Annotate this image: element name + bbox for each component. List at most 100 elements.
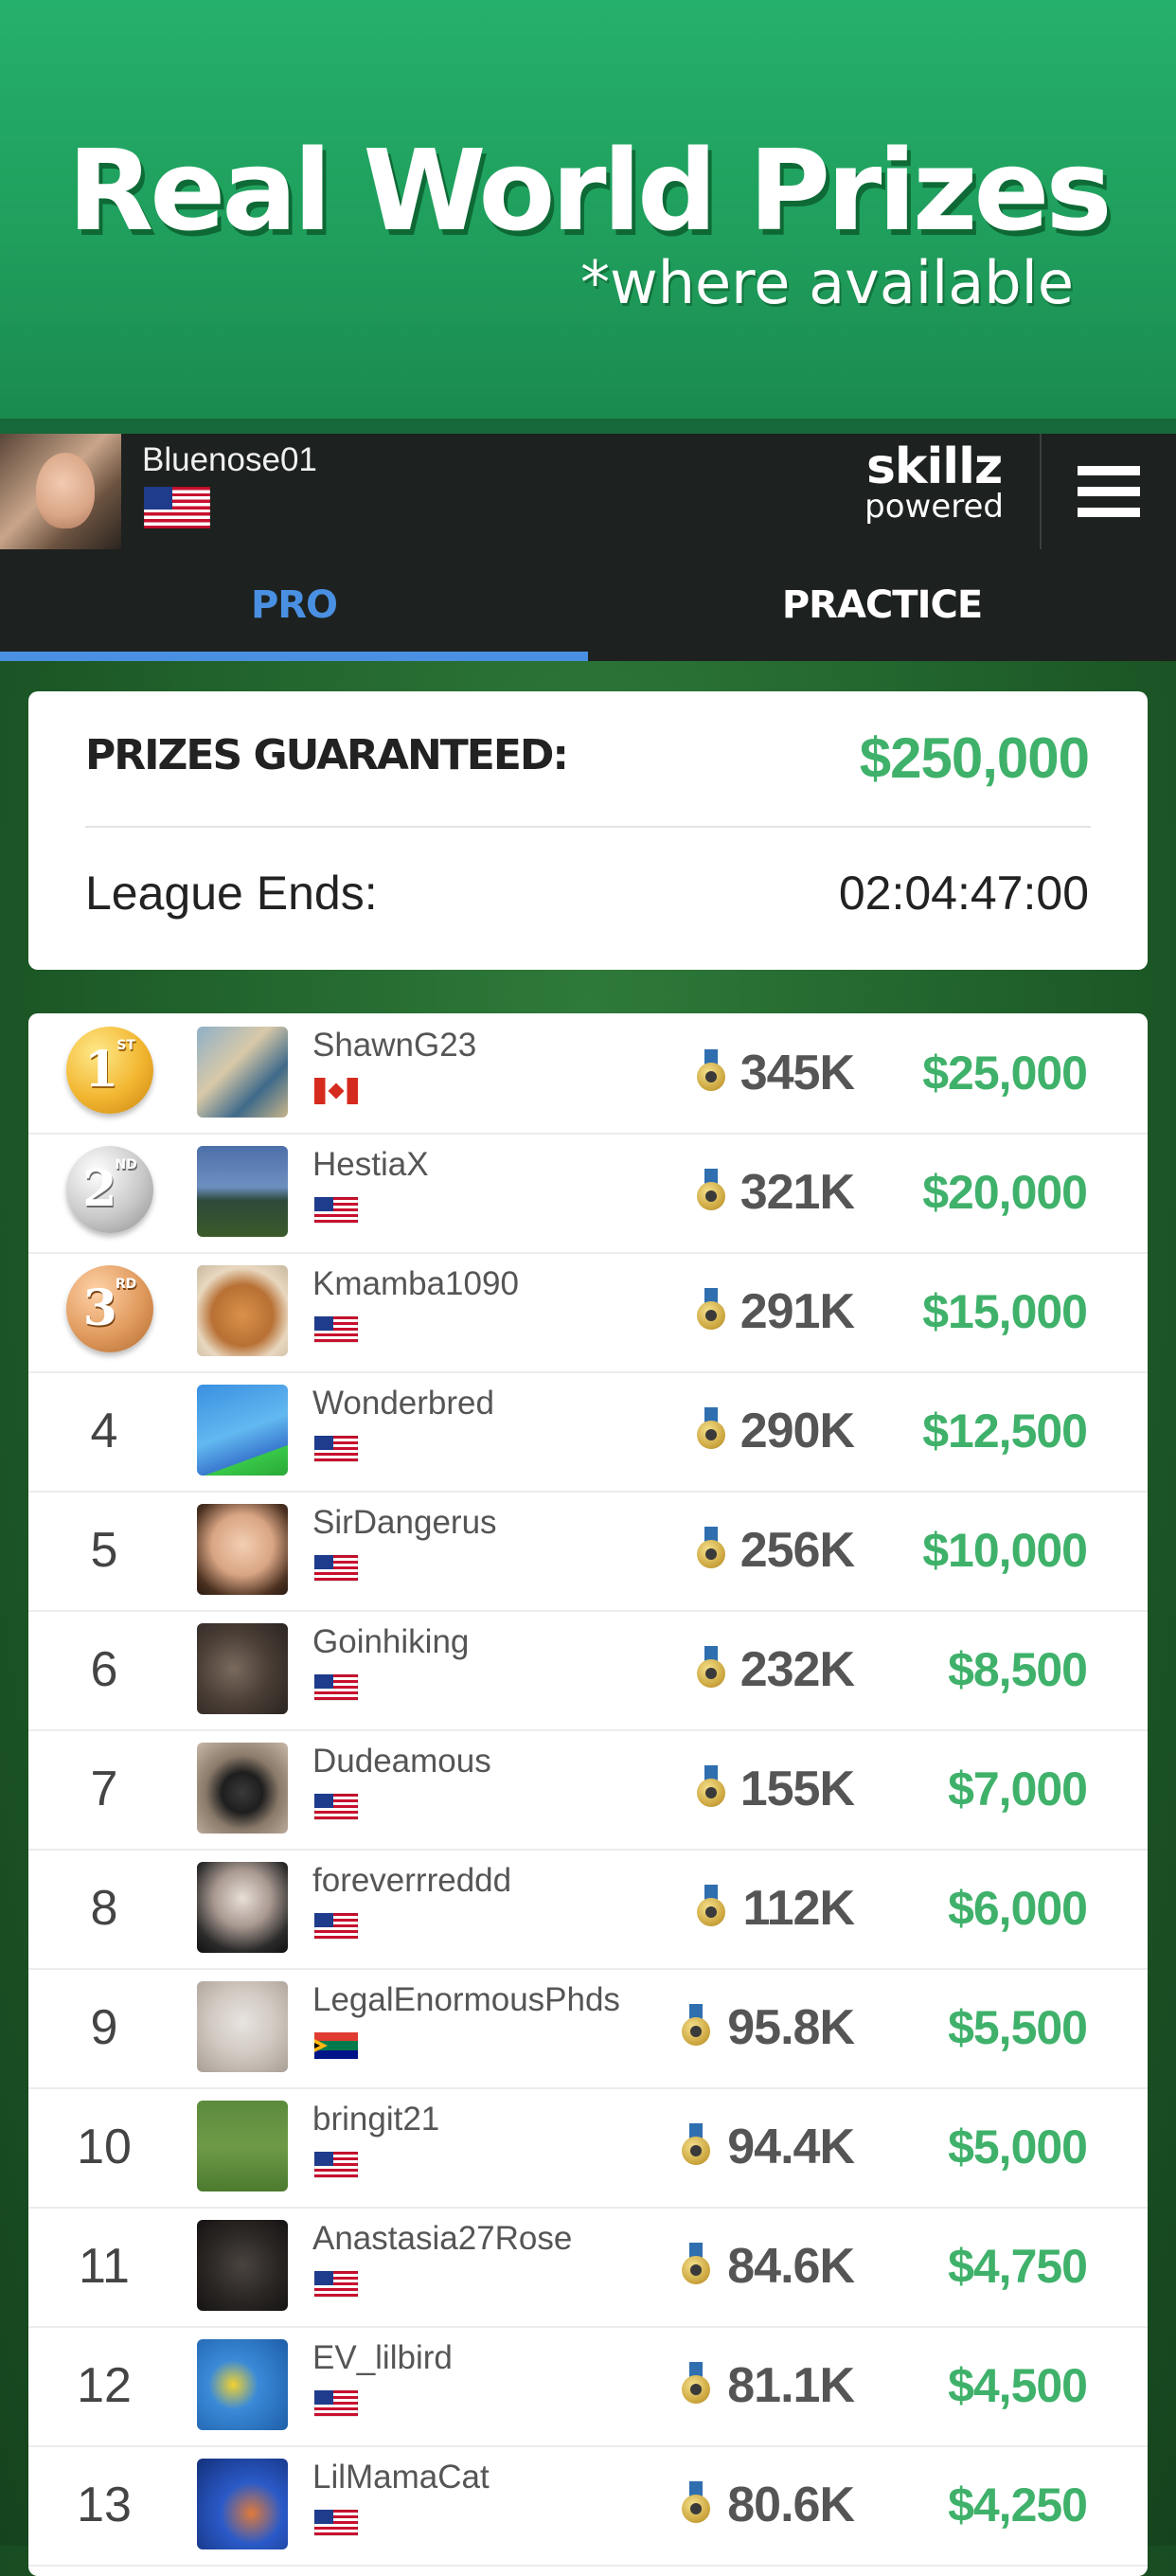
rank-suffix: RD [115, 1277, 137, 1292]
us-flag-icon [314, 2271, 358, 2298]
promo-subtitle: *where available [580, 248, 1074, 317]
us-flag-icon [314, 2152, 358, 2178]
skillz-logo: skillz powered [864, 442, 1004, 523]
rank-number: 4 [90, 1404, 118, 1458]
score-medal-icon [697, 1407, 725, 1455]
leaderboard-row[interactable]: 13 LilMamaCat 80.6K $4,250 [28, 2445, 1148, 2567]
leaderboard-row[interactable]: 1ST ShawnG23 345K $25,000 [28, 1013, 1148, 1135]
player-score: 321K [739, 1165, 855, 1220]
score-medal-icon [697, 1885, 725, 1932]
player-score: 81.1K [727, 2358, 855, 2413]
us-flag-icon [314, 2510, 358, 2536]
leaderboard-row[interactable]: 6 Goinhiking 232K $8,500 [28, 1610, 1148, 1731]
score-medal-icon [697, 1527, 725, 1574]
prize-amount: $7,000 [948, 1762, 1088, 1816]
menu-icon[interactable] [1078, 466, 1144, 517]
player-score: 94.4K [727, 2120, 855, 2174]
prize-amount: $6,000 [948, 1882, 1088, 1935]
player-score: 291K [739, 1284, 855, 1339]
player-avatar[interactable] [197, 2101, 288, 2191]
rank-suffix: ND [115, 1157, 137, 1172]
tab-practice[interactable]: PRACTICE [588, 549, 1176, 661]
player-name: Dudeamous [312, 1743, 491, 1780]
prize-amount: $15,000 [922, 1285, 1088, 1338]
prizes-guaranteed-label: PRIZES GUARANTEED: [85, 731, 569, 779]
leaderboard-row[interactable]: 5 SirDangerus 256K $10,000 [28, 1491, 1148, 1612]
player-avatar[interactable] [197, 1385, 288, 1476]
banner-divider [0, 419, 1176, 434]
gold-medal-icon: 1ST [66, 1027, 153, 1114]
rank-number: 8 [90, 1881, 118, 1936]
player-score: 112K [742, 1881, 855, 1936]
score-medal-icon [682, 2123, 710, 2171]
leaderboard-row[interactable]: 11 Anastasia27Rose 84.6K $4,750 [28, 2207, 1148, 2328]
player-score: 290K [739, 1404, 855, 1458]
player-avatar[interactable] [197, 1027, 288, 1118]
player-avatar[interactable] [197, 2339, 288, 2430]
prize-amount: $4,500 [948, 2359, 1088, 2412]
player-score: 155K [739, 1762, 855, 1816]
score-medal-icon [697, 1765, 725, 1813]
leaderboard-row[interactable]: 8 foreverrreddd 112K $6,000 [28, 1849, 1148, 1970]
player-avatar[interactable] [197, 1981, 288, 2072]
rank-number: 6 [90, 1642, 118, 1697]
leaderboard-row[interactable]: 12 EV_lilbird 81.1K $4,500 [28, 2326, 1148, 2447]
rank-number: 3 [82, 1279, 117, 1337]
player-avatar[interactable] [197, 2459, 288, 2549]
leaderboard-row[interactable]: 10 bringit21 94.4K $5,000 [28, 2087, 1148, 2209]
za-flag-icon [314, 2032, 358, 2059]
us-flag-icon [314, 1674, 358, 1701]
player-name: foreverrreddd [312, 1862, 512, 1899]
player-name: HestiaX [312, 1146, 429, 1183]
us-flag-icon [314, 1436, 358, 1462]
us-flag-icon [314, 1913, 358, 1940]
avatar[interactable] [0, 434, 121, 549]
prize-amount: $25,000 [922, 1046, 1088, 1100]
leaderboard-row[interactable]: 3RD Kmamba1090 291K $15,000 [28, 1252, 1148, 1373]
player-name: EV_lilbird [312, 2339, 453, 2376]
tab-pro[interactable]: PRO [0, 549, 588, 661]
player-name: Goinhiking [312, 1623, 470, 1660]
player-avatar[interactable] [197, 1504, 288, 1595]
rank-number: 5 [90, 1523, 118, 1578]
player-avatar[interactable] [197, 1862, 288, 1953]
prize-amount: $4,250 [948, 2478, 1088, 2531]
score-medal-icon [697, 1169, 725, 1216]
prize-amount: $4,750 [948, 2240, 1088, 2293]
score-medal-icon [682, 2004, 710, 2051]
promo-title: Real World Prizes [67, 125, 1112, 256]
card-divider [85, 826, 1091, 828]
leaderboard-row[interactable]: 4 Wonderbred 290K $12,500 [28, 1371, 1148, 1493]
score-medal-icon [697, 1646, 725, 1693]
prize-amount: $10,000 [922, 1524, 1088, 1577]
prize-amount: $20,000 [922, 1166, 1088, 1219]
rank-number: 1 [84, 1041, 119, 1099]
promo-banner: Real World Prizes *where available [0, 0, 1176, 419]
leaderboard-row[interactable]: 7 Dudeamous 155K $7,000 [28, 1729, 1148, 1851]
rank-number: 13 [77, 2478, 132, 2532]
player-name: ShawnG23 [312, 1027, 477, 1064]
player-avatar[interactable] [197, 1623, 288, 1714]
player-avatar[interactable] [197, 2220, 288, 2311]
prize-amount: $5,500 [948, 2001, 1088, 2054]
player-score: 345K [739, 1046, 855, 1100]
player-score: 256K [739, 1523, 855, 1578]
rank-number: 2 [82, 1160, 117, 1218]
player-name: Anastasia27Rose [312, 2220, 573, 2257]
us-flag-icon [314, 1197, 358, 1224]
us-flag-icon [314, 2390, 358, 2417]
score-medal-icon [682, 2362, 710, 2409]
ca-flag-icon [314, 1078, 358, 1104]
player-avatar[interactable] [197, 1743, 288, 1834]
leaderboard-row[interactable]: 2ND HestiaX 321K $20,000 [28, 1133, 1148, 1254]
player-score: 232K [739, 1642, 855, 1697]
us-flag-icon [144, 487, 210, 528]
score-medal-icon [697, 1049, 725, 1097]
player-avatar[interactable] [197, 1146, 288, 1237]
player-avatar[interactable] [197, 1265, 288, 1356]
rank-number: 12 [77, 2358, 132, 2413]
header-divider [1040, 434, 1042, 549]
leaderboard-row[interactable]: 9 LegalEnormousPhds 95.8K $5,500 [28, 1968, 1148, 2089]
rank-suffix: ST [116, 1038, 135, 1053]
top-bar: Bluenose01 skillz powered [0, 434, 1176, 549]
